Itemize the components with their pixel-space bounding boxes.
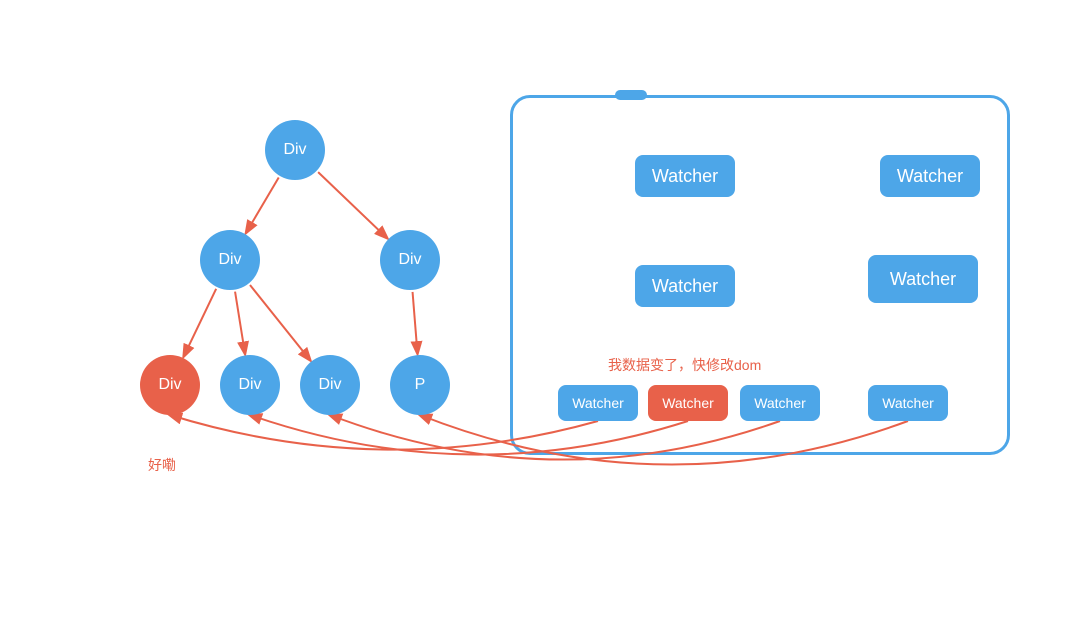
watcher-w1: Watcher bbox=[635, 155, 735, 197]
node-div-leaf-mid2: Div bbox=[300, 355, 360, 415]
watcher-w3: Watcher bbox=[635, 265, 735, 307]
node-p-leaf: P bbox=[390, 355, 450, 415]
dep-label bbox=[615, 90, 647, 100]
watcher-w7: Watcher bbox=[740, 385, 820, 421]
page-title bbox=[0, 0, 1080, 30]
watcher-w4: Watcher bbox=[868, 255, 978, 303]
label-hao-ne: 好嘞 bbox=[148, 455, 176, 475]
node-div-leaf-left: Div bbox=[140, 355, 200, 415]
node-div-mid-right: Div bbox=[380, 230, 440, 290]
node-div-mid-left: Div bbox=[200, 230, 260, 290]
node-div-root: Div bbox=[265, 120, 325, 180]
watcher-w8: Watcher bbox=[868, 385, 948, 421]
watcher-w2: Watcher bbox=[880, 155, 980, 197]
watcher-w6: Watcher bbox=[648, 385, 728, 421]
label-notify-text: 我数据变了，快修改dom bbox=[608, 355, 761, 375]
node-div-leaf-mid1: Div bbox=[220, 355, 280, 415]
watcher-w5: Watcher bbox=[558, 385, 638, 421]
